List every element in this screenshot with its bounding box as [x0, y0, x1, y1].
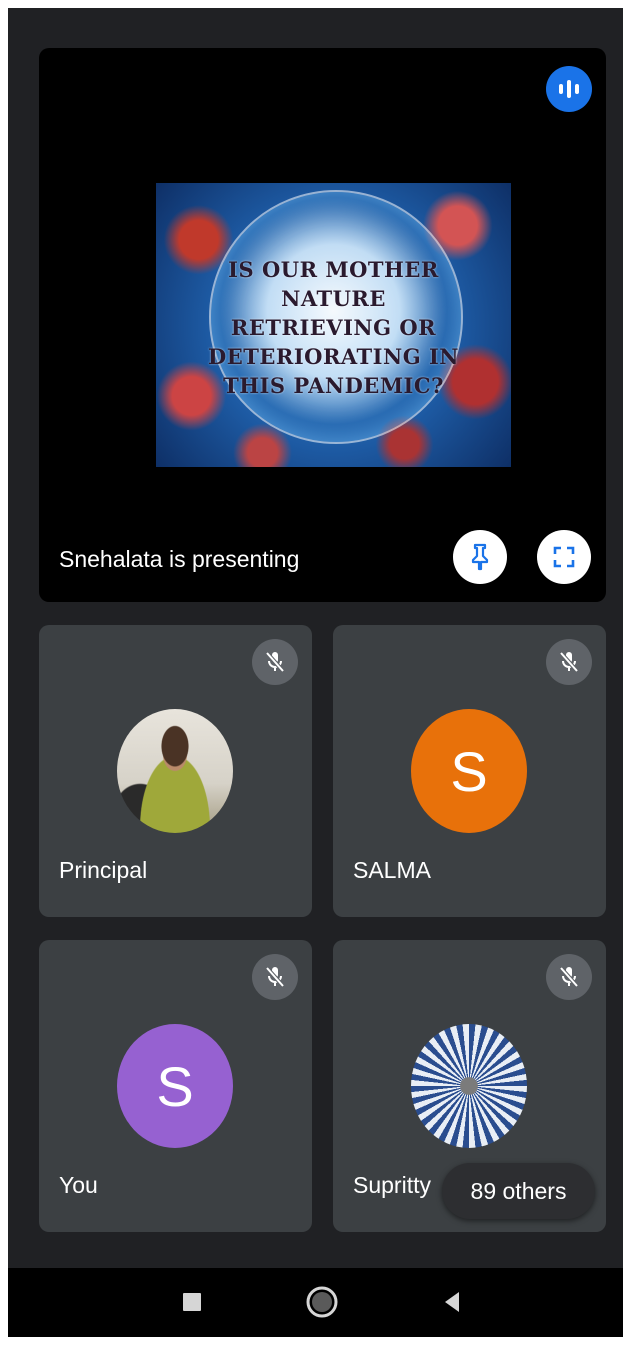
meet-screen: IS OUR MOTHER NATURE RETRIEVING OR DETER… — [8, 8, 623, 1337]
presentation-tile[interactable]: IS OUR MOTHER NATURE RETRIEVING OR DETER… — [39, 48, 606, 602]
system-nav-bar — [8, 1268, 623, 1337]
mic-off-icon — [546, 954, 592, 1000]
participant-tile[interactable]: Principal — [39, 625, 312, 917]
fullscreen-button[interactable] — [537, 530, 591, 584]
audio-level-icon — [546, 66, 592, 112]
back-button[interactable] — [434, 1284, 470, 1320]
presentation-slide: IS OUR MOTHER NATURE RETRIEVING OR DETER… — [156, 183, 511, 467]
participant-name: You — [59, 1172, 98, 1198]
participant-tile[interactable]: S SALMA — [333, 625, 606, 917]
avatar: S — [117, 1024, 233, 1148]
mic-off-icon — [252, 954, 298, 1000]
slide-title: IS OUR MOTHER NATURE RETRIEVING OR DETER… — [208, 257, 459, 398]
home-button[interactable] — [304, 1284, 340, 1320]
participant-name: Principal — [59, 857, 148, 883]
recent-apps-button[interactable] — [174, 1284, 210, 1320]
pin-icon — [471, 543, 489, 571]
participant-name: SALMA — [353, 857, 431, 883]
avatar: S — [411, 709, 527, 833]
back-icon — [445, 1292, 459, 1312]
participant-tile[interactable]: S You — [39, 940, 312, 1232]
others-chip[interactable]: 89 others — [442, 1163, 595, 1219]
home-icon — [306, 1286, 338, 1318]
presenter-label: Snehalata is presenting — [59, 546, 300, 572]
fullscreen-icon — [553, 546, 575, 568]
participant-name: Supritty — [353, 1172, 431, 1198]
avatar — [411, 1024, 527, 1148]
pin-button[interactable] — [453, 530, 507, 584]
mic-off-icon — [252, 639, 298, 685]
recent-apps-icon — [183, 1293, 201, 1311]
avatar — [117, 709, 233, 833]
mic-off-icon — [546, 639, 592, 685]
